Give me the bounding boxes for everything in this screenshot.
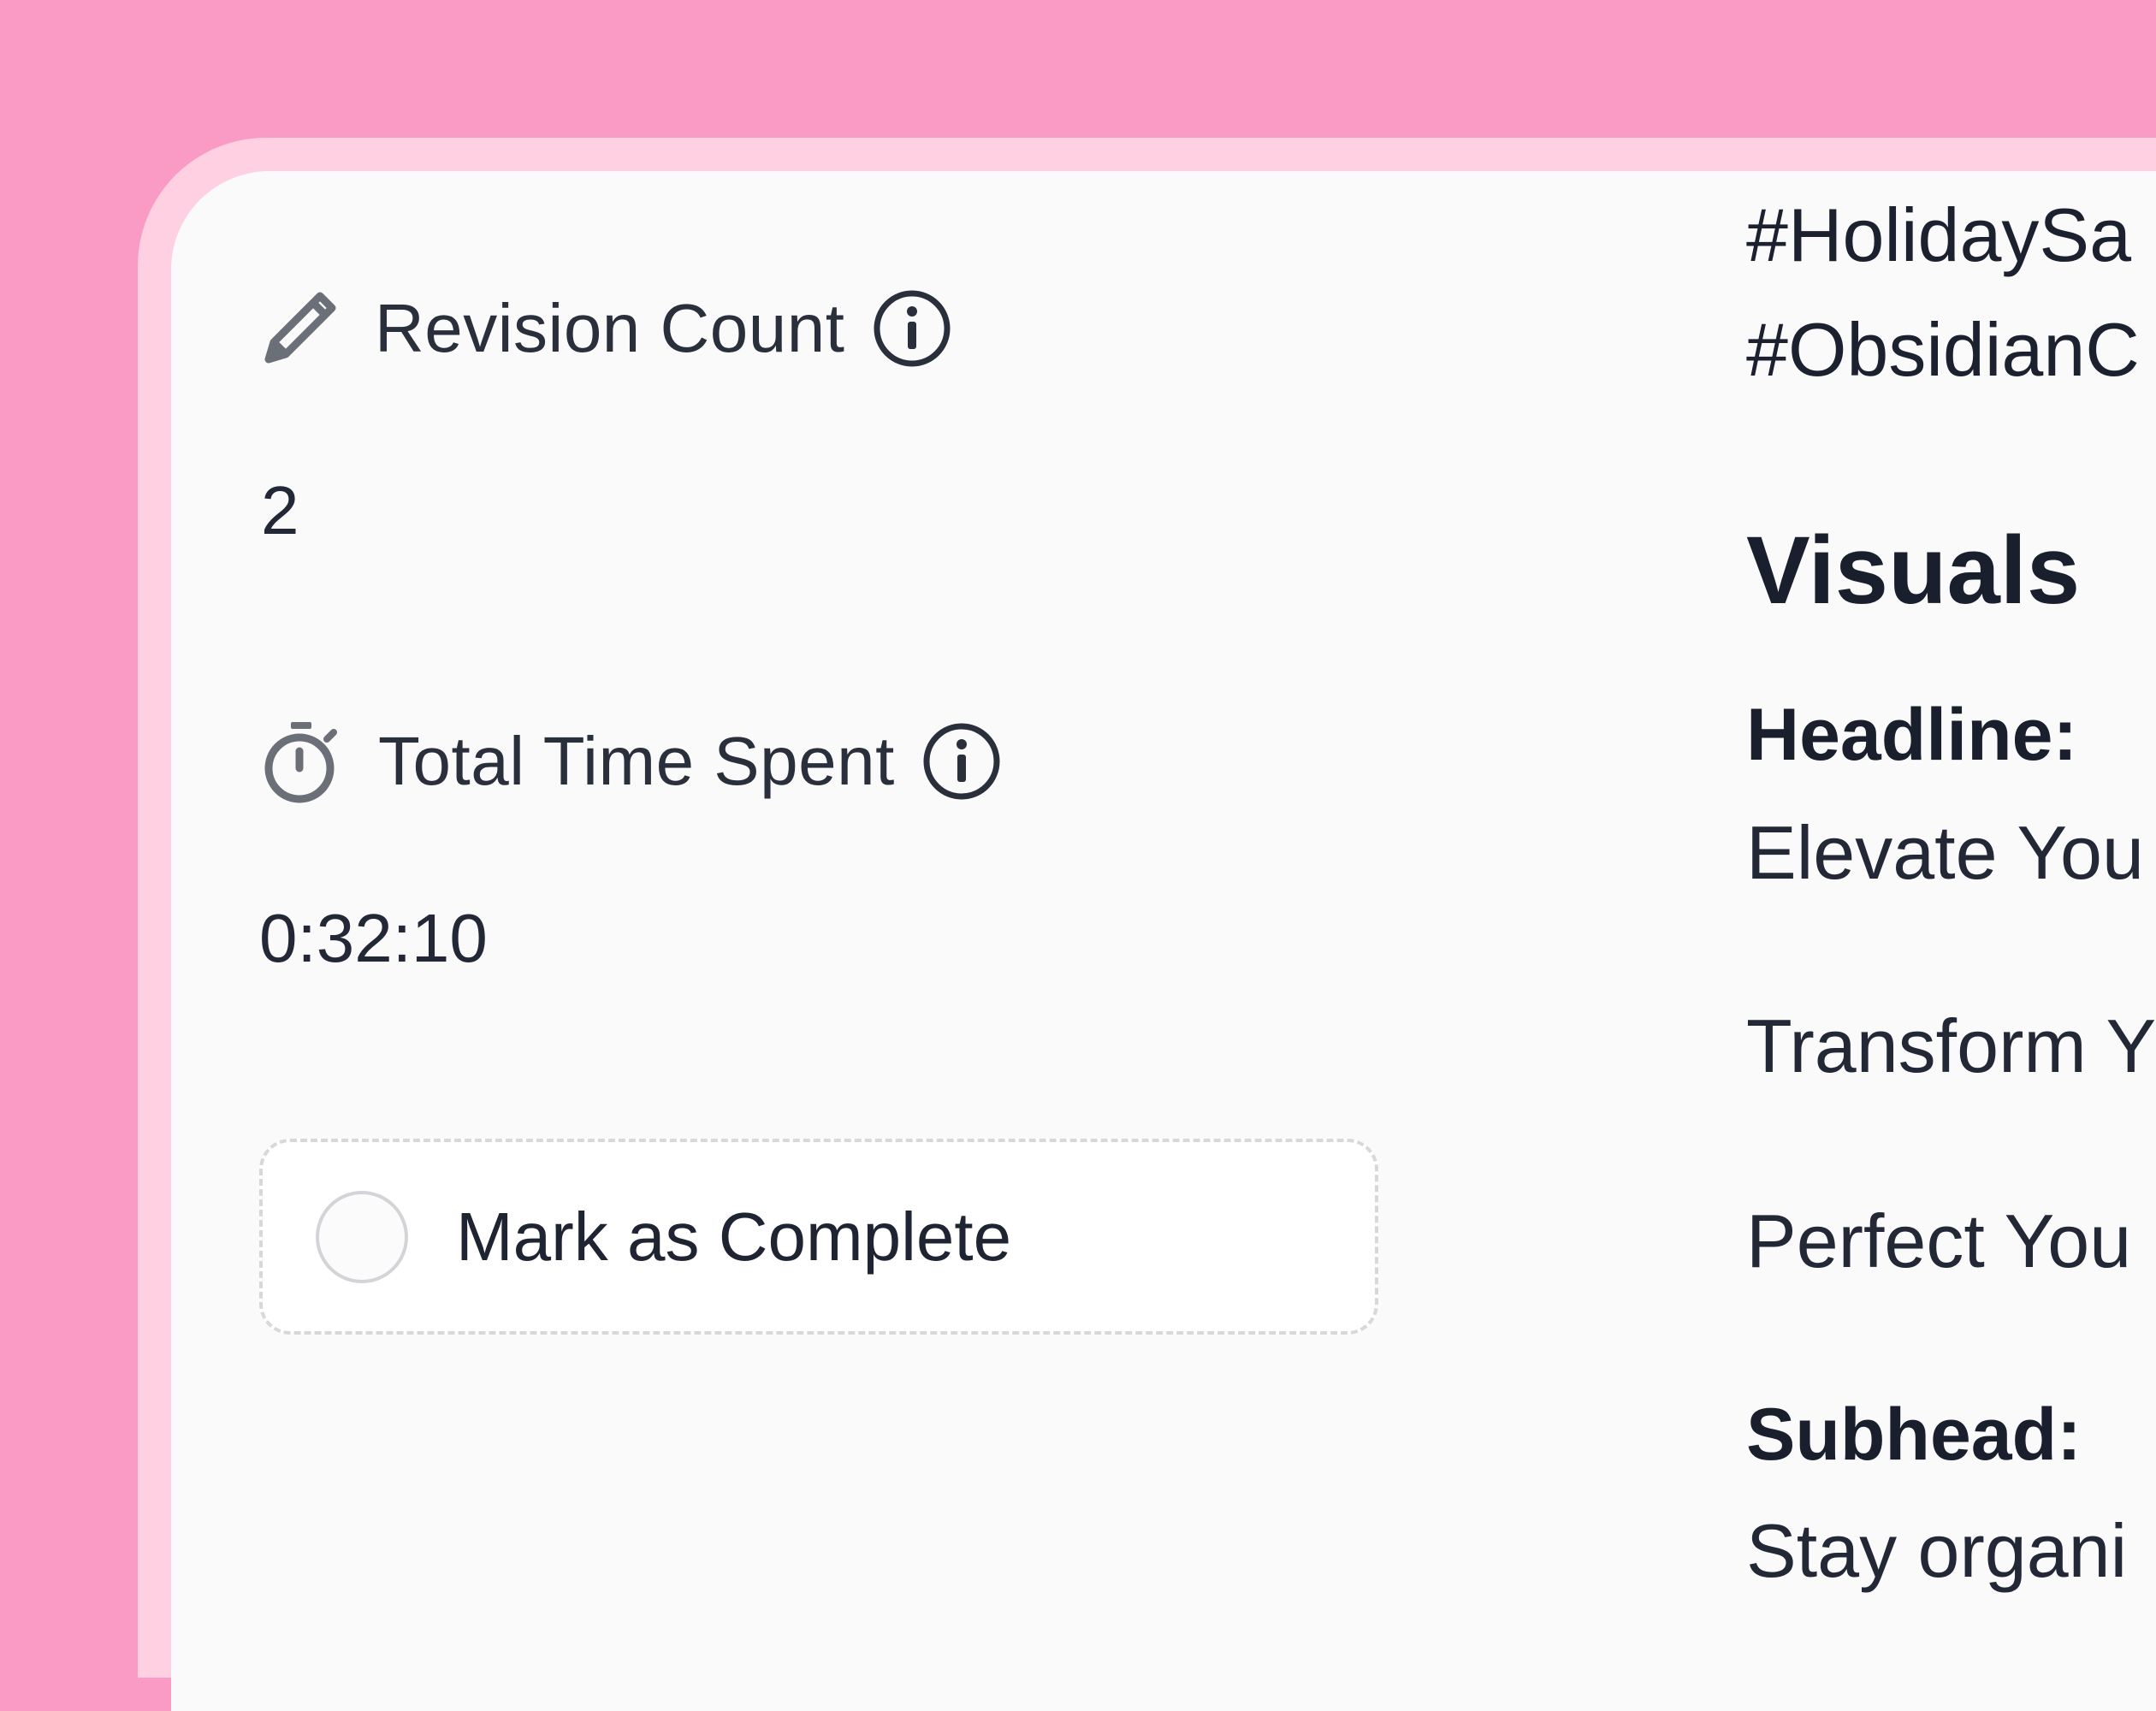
total-time-value: 0:32:10 — [259, 900, 488, 976]
revision-count-label-row: Revision Count — [257, 287, 953, 370]
mark-complete-toggle[interactable]: Mark as Complete — [259, 1139, 1378, 1335]
headline-option-3: Perfect You — [1746, 1199, 2132, 1283]
pencil-icon — [257, 287, 339, 370]
revision-count-value: 2 — [261, 472, 299, 548]
headline-option-1: Elevate You — [1746, 810, 2144, 895]
subhead-text: Stay organi — [1746, 1508, 2128, 1593]
total-time-label: Total Time Spent — [378, 723, 895, 799]
mark-complete-label: Mark as Complete — [456, 1198, 1012, 1275]
hashtag-1: #HolidaySa — [1746, 192, 2132, 277]
visuals-heading: Visuals — [1746, 517, 2081, 624]
info-icon[interactable] — [921, 720, 1003, 802]
info-icon[interactable] — [871, 287, 953, 370]
total-time-label-row: Total Time Spent — [260, 719, 1003, 804]
hashtag-2: #ObsidianC — [1746, 307, 2140, 392]
task-detail-panel: Revision Count 2 Total Time Spent 0:32:1… — [171, 171, 2156, 1711]
complete-checkbox[interactable] — [316, 1190, 408, 1283]
subhead-label: Subhead: — [1746, 1394, 2082, 1476]
headline-option-2: Transform Y — [1746, 1004, 2156, 1088]
stopwatch-icon — [260, 719, 342, 804]
headline-label: Headline: — [1746, 694, 2078, 776]
revision-count-label: Revision Count — [375, 290, 845, 366]
